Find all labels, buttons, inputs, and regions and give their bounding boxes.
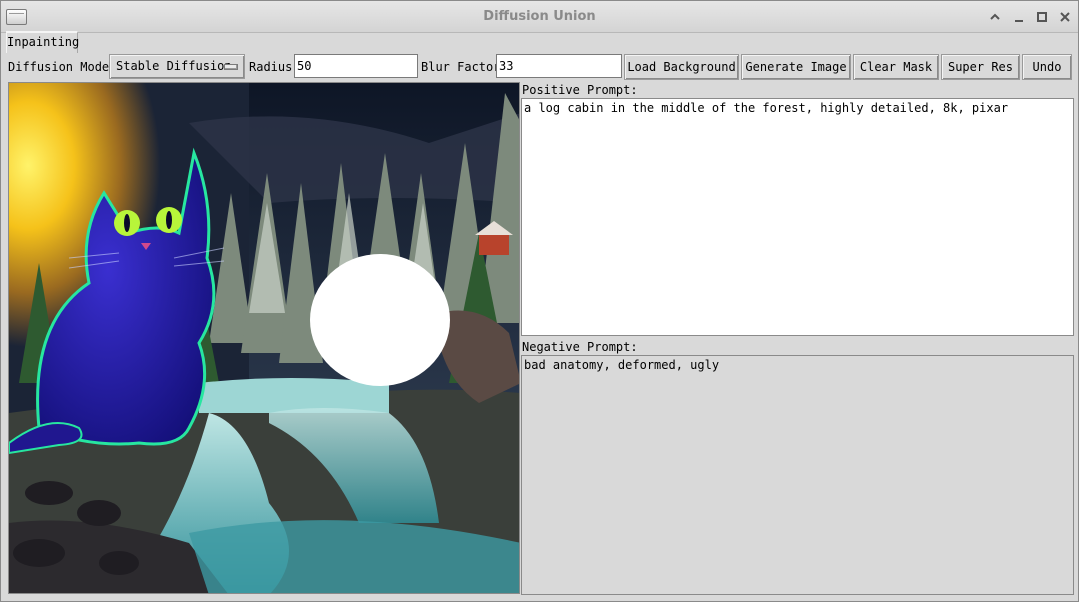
title-bar[interactable]: Diffusion Union bbox=[1, 1, 1078, 33]
undo-button[interactable]: Undo bbox=[1022, 54, 1072, 80]
radius-input[interactable] bbox=[294, 54, 418, 78]
super-res-button[interactable]: Super Res bbox=[941, 54, 1020, 80]
tab-inpainting[interactable]: Inpainting bbox=[6, 31, 79, 53]
diffusion-model-label: Diffusion Model: bbox=[8, 60, 124, 74]
window-title: Diffusion Union bbox=[483, 9, 596, 24]
negative-prompt-label: Negative Prompt: bbox=[522, 340, 638, 354]
diffusion-model-value: Stable Diffusion bbox=[116, 59, 232, 73]
maximize-icon[interactable] bbox=[1033, 8, 1051, 26]
clear-mask-button[interactable]: Clear Mask bbox=[853, 54, 939, 80]
generated-image bbox=[9, 83, 519, 593]
inpainting-canvas[interactable] bbox=[8, 82, 520, 594]
positive-prompt-input[interactable]: a log cabin in the middle of the forest,… bbox=[521, 98, 1074, 336]
close-icon[interactable] bbox=[1056, 8, 1074, 26]
blur-factor-label: Blur Factor: bbox=[421, 60, 508, 74]
load-background-button[interactable]: Load Background bbox=[624, 54, 739, 80]
radius-label: Radius: bbox=[249, 60, 300, 74]
app-window: Diffusion Union Inpainting Diffusion Mod… bbox=[0, 0, 1079, 602]
shade-icon[interactable] bbox=[986, 8, 1004, 26]
minimize-icon[interactable] bbox=[1010, 8, 1028, 26]
toolbar: Diffusion Model: Stable Diffusion Radius… bbox=[1, 53, 1078, 81]
option-menu-indicator-icon bbox=[224, 64, 238, 70]
positive-prompt-label: Positive Prompt: bbox=[522, 83, 638, 97]
inpainting-mask bbox=[310, 254, 450, 386]
diffusion-model-select[interactable]: Stable Diffusion bbox=[109, 54, 245, 79]
negative-prompt-input[interactable]: bad anatomy, deformed, ugly bbox=[521, 355, 1074, 595]
generate-image-button[interactable]: Generate Image bbox=[741, 54, 851, 80]
blur-factor-input[interactable] bbox=[496, 54, 622, 78]
